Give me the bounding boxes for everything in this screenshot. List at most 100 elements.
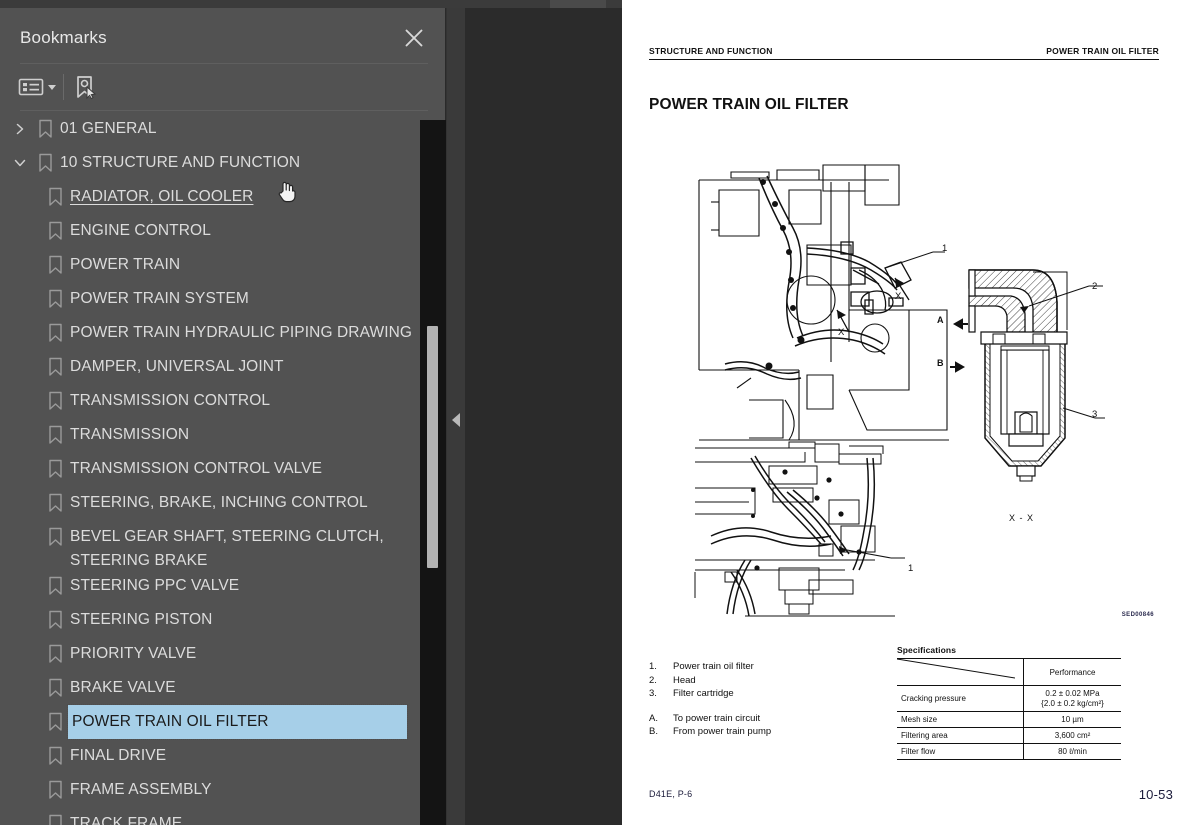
bookmark-label: 01 GENERAL xyxy=(60,120,157,137)
chevron-right-icon[interactable] xyxy=(8,112,32,146)
legend-marker: B. xyxy=(649,726,658,737)
bookmark-item[interactable]: TRANSMISSION CONTROL xyxy=(0,384,420,418)
bookmark-item[interactable]: STEERING, BRAKE, INCHING CONTROL xyxy=(0,486,420,520)
page-running-head: STRUCTURE AND FUNCTION POWER TRAIN OIL F… xyxy=(649,46,1159,60)
bookmarks-panel: Bookmarks 01 GENERAL 10 STRUCTURE AND FU… xyxy=(0,8,446,825)
bookmark-label: RADIATOR, OIL COOLER xyxy=(70,188,254,205)
bookmark-item[interactable]: 10 STRUCTURE AND FUNCTION xyxy=(0,146,420,180)
close-icon[interactable] xyxy=(402,26,426,50)
bookmark-icon xyxy=(42,807,68,825)
spec-value: 80 ℓ/min xyxy=(1023,743,1121,760)
legend-marker: 2. xyxy=(649,674,657,686)
bookmark-icon xyxy=(42,282,68,316)
bookmark-icon xyxy=(42,316,68,350)
label-b: B xyxy=(937,358,944,368)
spec-key: Filtering area xyxy=(897,727,1024,744)
bookmark-item[interactable]: POWER TRAIN xyxy=(0,248,420,282)
bookmark-item[interactable]: 01 GENERAL xyxy=(0,112,420,146)
bookmark-item[interactable]: FINAL DRIVE xyxy=(0,739,420,773)
new-bookmark-icon[interactable] xyxy=(72,72,98,102)
bookmark-label: POWER TRAIN xyxy=(70,256,181,273)
callout-1-bottom: 1 xyxy=(908,563,914,574)
bookmark-label: FRAME ASSEMBLY xyxy=(70,781,212,798)
bookmark-item[interactable]: ENGINE CONTROL xyxy=(0,214,420,248)
table-column-header: Performance xyxy=(1023,658,1121,686)
callout-x-top: X xyxy=(895,291,902,302)
legend-text: Power train oil filter xyxy=(673,661,754,672)
legend-row: 1. Power train oil filter xyxy=(649,660,771,674)
callout-x-mid: X xyxy=(838,327,845,338)
bookmark-icon xyxy=(42,603,68,637)
machine-assembly-drawing-bottom xyxy=(694,441,905,617)
figure-id-label: SED00846 xyxy=(1121,612,1154,618)
spec-key: Filter flow xyxy=(897,743,1024,760)
specifications-block: Specifications Performance Cracking pres… xyxy=(897,645,1125,760)
bookmark-item[interactable]: TRANSMISSION CONTROL VALVE xyxy=(0,452,420,486)
chevron-down-icon[interactable] xyxy=(8,146,32,180)
bookmark-icon xyxy=(32,112,58,146)
bookmark-label: FINAL DRIVE xyxy=(70,747,167,764)
bookmark-label: POWER TRAIN HYDRAULIC PIPING DRAWING xyxy=(70,324,413,341)
bookmark-item[interactable]: POWER TRAIN OIL FILTER xyxy=(0,704,420,740)
filter-cross-section-drawing xyxy=(968,269,1105,482)
spec-value: 10 µm xyxy=(1023,711,1121,728)
panel-collapse-handle[interactable] xyxy=(447,8,465,825)
toolbar-divider-bottom xyxy=(20,110,428,111)
bookmark-icon xyxy=(42,452,68,486)
chevron-down-icon xyxy=(48,84,56,90)
bookmark-item[interactable]: TRACK FRAME xyxy=(0,807,420,825)
spec-value: 0.2 ± 0.02 MPa {2.0 ± 0.2 kg/cm²} xyxy=(1023,685,1121,712)
bookmark-label: POWER TRAIN OIL FILTER xyxy=(67,704,408,740)
spec-key: Mesh size xyxy=(897,711,1024,728)
bookmarks-toolbar xyxy=(0,66,446,108)
bookmark-label: STEERING PPC VALVE xyxy=(70,577,240,594)
section-view-label: X - X xyxy=(1009,513,1035,523)
bookmark-item[interactable]: STEERING PISTON xyxy=(0,603,420,637)
bookmark-icon xyxy=(42,773,68,807)
legend-text: To power train circuit xyxy=(673,712,761,724)
runhead-right: POWER TRAIN OIL FILTER xyxy=(1046,46,1159,56)
bookmark-item[interactable]: BEVEL GEAR SHAFT, STEERING CLUTCH, STEER… xyxy=(0,520,420,569)
bookmark-item[interactable]: STEERING PPC VALVE xyxy=(0,569,420,603)
bookmark-item[interactable]: DAMPER, UNIVERSAL JOINT xyxy=(0,350,420,384)
bookmark-label: ENGINE CONTROL xyxy=(70,222,211,239)
specifications-table: Performance Cracking pressure 0.2 ± 0.02 … xyxy=(897,658,1121,760)
bookmark-icon xyxy=(32,146,58,180)
list-options-icon[interactable] xyxy=(18,72,56,102)
bookmark-label: BEVEL GEAR SHAFT, STEERING CLUTCH, STEER… xyxy=(70,528,384,569)
bookmark-icon xyxy=(42,671,68,705)
legend-row: 2. Head xyxy=(649,674,771,688)
table-row: Filter flow 80 ℓ/min xyxy=(897,743,1121,760)
bookmark-item[interactable]: POWER TRAIN HYDRAULIC PIPING DRAWING xyxy=(0,316,420,350)
bookmark-item[interactable]: FRAME ASSEMBLY xyxy=(0,773,420,807)
table-row: Cracking pressure 0.2 ± 0.02 MPa {2.0 ± 0… xyxy=(897,685,1121,712)
bookmark-item[interactable]: BRAKE VALVE xyxy=(0,671,420,705)
bookmark-label: TRANSMISSION CONTROL xyxy=(70,392,271,409)
bookmark-item[interactable]: PRIORITY VALVE xyxy=(0,637,420,671)
bookmark-label: STEERING PISTON xyxy=(70,611,213,628)
bookmark-icon xyxy=(42,350,68,384)
bookmarks-panel-header: Bookmarks xyxy=(0,8,446,57)
bookmarks-scrollbar-thumb[interactable] xyxy=(427,326,438,568)
spec-value: 3,600 cm² xyxy=(1023,727,1121,744)
diagonal-rule-icon xyxy=(897,659,1015,679)
specifications-title: Specifications xyxy=(897,645,957,655)
document-canvas: STRUCTURE AND FUNCTION POWER TRAIN OIL F… xyxy=(465,0,1200,825)
bookmark-icon xyxy=(42,705,68,739)
figure-legend: 1. Power train oil filter 2. Head 3. Filter c… xyxy=(649,660,771,739)
bookmark-icon xyxy=(42,569,68,603)
bookmark-item[interactable]: TRANSMISSION xyxy=(0,418,420,452)
bookmark-item[interactable]: POWER TRAIN SYSTEM xyxy=(0,282,420,316)
bookmark-label: TRANSMISSION xyxy=(70,426,190,443)
toolbar-ghost-button-1[interactable] xyxy=(550,0,606,8)
spec-key: Cracking pressure xyxy=(897,685,1024,712)
machine-assembly-drawing-top xyxy=(698,164,949,441)
legend-marker: 1. xyxy=(649,661,657,672)
bookmark-tree[interactable]: 01 GENERAL 10 STRUCTURE AND FUNCTION RADIA… xyxy=(0,112,420,825)
table-corner-cell xyxy=(897,658,1024,686)
legend-spacer xyxy=(649,701,771,712)
bookmark-item[interactable]: RADIATOR, OIL COOLER xyxy=(0,180,420,214)
bookmark-label: POWER TRAIN SYSTEM xyxy=(70,290,249,307)
bookmark-label: TRACK FRAME xyxy=(70,815,183,825)
figure-power-train-oil-filter: 1 X X A B 2 3 X - X 1 SED00846 xyxy=(637,150,1182,640)
